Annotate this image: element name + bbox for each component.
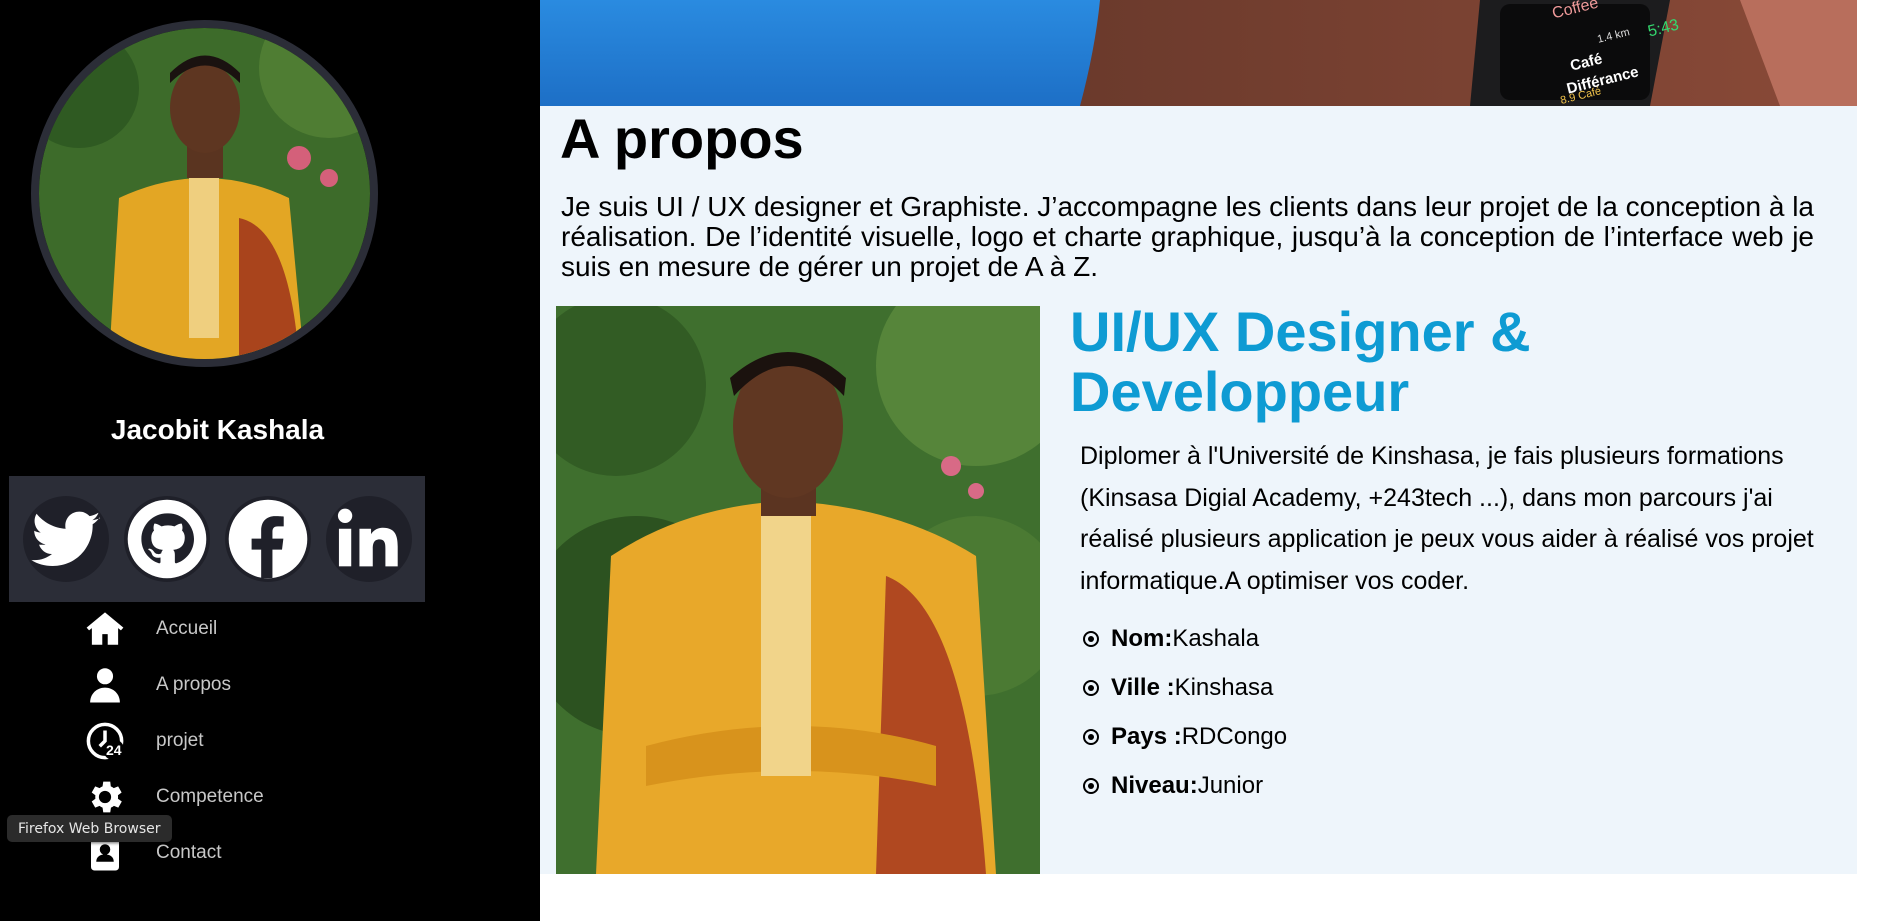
role-title: UI/UX Designer & Developpeur	[1070, 300, 1531, 423]
linkedin-link[interactable]	[325, 496, 412, 582]
radio-bullet-icon	[1083, 679, 1099, 696]
profile-name: Jacobit Kashala	[110, 414, 325, 445]
fact-key: Niveau:	[1111, 771, 1198, 799]
fact-key: Nom:	[1111, 624, 1173, 652]
fact-value: Kashala	[1172, 624, 1260, 652]
fact-value: Junior	[1197, 771, 1264, 799]
nav-label: Competence	[156, 786, 264, 807]
header-banner: Coffee 5:43 1.4 km Café Différance 8.9 C…	[540, 0, 1857, 106]
about-intro: Je suis UI / UX designer et Graphiste. J…	[561, 191, 1814, 282]
nav-label: Accueil	[156, 618, 218, 639]
browser-tooltip: Firefox Web Browser	[7, 815, 172, 842]
github-icon	[127, 499, 206, 579]
radio-bullet-icon	[1083, 630, 1099, 647]
fact-item: Pays : RDCongo	[1083, 712, 1287, 761]
nav-item-a-propos[interactable]: A propos	[84, 661, 384, 709]
role-description: Diplomer à l'Université de Kinshasa, je …	[1080, 442, 1814, 595]
fact-item: Niveau: Junior	[1083, 761, 1287, 810]
home-icon	[84, 607, 126, 651]
social-links	[9, 476, 425, 602]
nav-item-projet[interactable]: 24 projet	[84, 717, 384, 765]
nav-item-competence[interactable]: Competence	[84, 773, 384, 821]
profile-avatar	[31, 20, 378, 367]
fact-value: RDCongo	[1181, 722, 1288, 750]
about-title: A propos	[560, 107, 804, 170]
banner-image	[540, 0, 1857, 106]
clock-24-icon: 24	[84, 719, 126, 763]
personal-facts: Nom: Kashala Ville : Kinshasa Pays : RDC…	[1083, 614, 1287, 810]
user-icon	[84, 663, 126, 707]
radio-bullet-icon	[1083, 777, 1099, 794]
twitter-icon	[30, 511, 100, 566]
twitter-link[interactable]	[22, 496, 109, 582]
linkedin-icon	[337, 508, 398, 567]
facebook-icon	[228, 499, 307, 579]
nav-label: projet	[156, 730, 204, 751]
fact-key: Pays :	[1111, 722, 1182, 750]
fact-item: Ville : Kinshasa	[1083, 663, 1287, 712]
gear-icon	[84, 775, 126, 819]
facebook-link[interactable]	[224, 496, 311, 582]
about-section: A propos Je suis UI / UX designer et Gra…	[540, 106, 1857, 874]
fact-value: Kinshasa	[1174, 673, 1274, 701]
radio-bullet-icon	[1083, 728, 1099, 745]
github-link[interactable]	[123, 496, 210, 582]
nav-label: Contact	[156, 842, 222, 863]
nav-label: A propos	[156, 674, 231, 695]
fact-item: Nom: Kashala	[1083, 614, 1287, 663]
portrait-photo	[556, 306, 1040, 874]
portrait-image	[556, 306, 1040, 874]
sidebar: Jacobit Kashala Accueil A propos 24 proj…	[0, 0, 540, 921]
profile-photo	[39, 28, 370, 359]
fact-key: Ville :	[1111, 673, 1175, 701]
nav-item-accueil[interactable]: Accueil	[84, 605, 384, 653]
svg-text:24: 24	[106, 742, 122, 758]
